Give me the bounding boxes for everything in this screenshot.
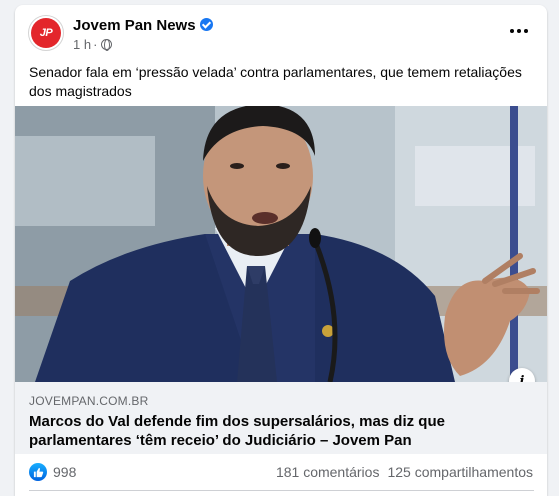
like-reaction-icon[interactable] xyxy=(29,463,47,481)
post-message: Senador fala em ‘pressão velada’ contra … xyxy=(29,64,522,99)
page-name-text: Jovem Pan News xyxy=(73,17,196,34)
link-preview[interactable]: JOVEMPAN.COM.BR Marcos do Val defende fi… xyxy=(15,382,547,454)
post-header: JP Jovem Pan News 1 h · xyxy=(15,5,547,57)
globe-icon[interactable] xyxy=(101,39,113,51)
stats-divider xyxy=(29,490,534,491)
shares-count[interactable]: 125 compartilhamentos xyxy=(387,464,533,480)
post-stats: 998 181 comentários 125 compartilhamento… xyxy=(15,454,547,490)
comments-count[interactable]: 181 comentários xyxy=(276,464,380,480)
page-name-link[interactable]: Jovem Pan News xyxy=(73,17,213,34)
engagement-counts: 181 comentários 125 compartilhamentos xyxy=(276,464,533,480)
verified-badge-icon xyxy=(199,18,213,31)
post-meta: 1 h · xyxy=(73,37,113,52)
more-options-button[interactable] xyxy=(505,19,533,43)
thumbs-up-icon xyxy=(33,467,43,477)
more-dot-icon xyxy=(510,29,514,33)
link-title: Marcos do Val defende fim dos supersalár… xyxy=(29,413,445,449)
avatar-logo: JP xyxy=(31,18,61,48)
post-card: JP Jovem Pan News 1 h · Senador fala em … xyxy=(15,5,547,496)
link-domain: JOVEMPAN.COM.BR xyxy=(29,394,149,408)
meta-separator: · xyxy=(93,37,98,52)
page-avatar[interactable]: JP xyxy=(28,15,64,51)
senator-photo xyxy=(15,106,547,382)
post-time[interactable]: 1 h xyxy=(73,37,91,52)
link-preview-image[interactable] xyxy=(15,106,547,382)
more-dot-icon xyxy=(524,29,528,33)
reaction-count[interactable]: 998 xyxy=(53,464,76,480)
more-dot-icon xyxy=(517,29,521,33)
